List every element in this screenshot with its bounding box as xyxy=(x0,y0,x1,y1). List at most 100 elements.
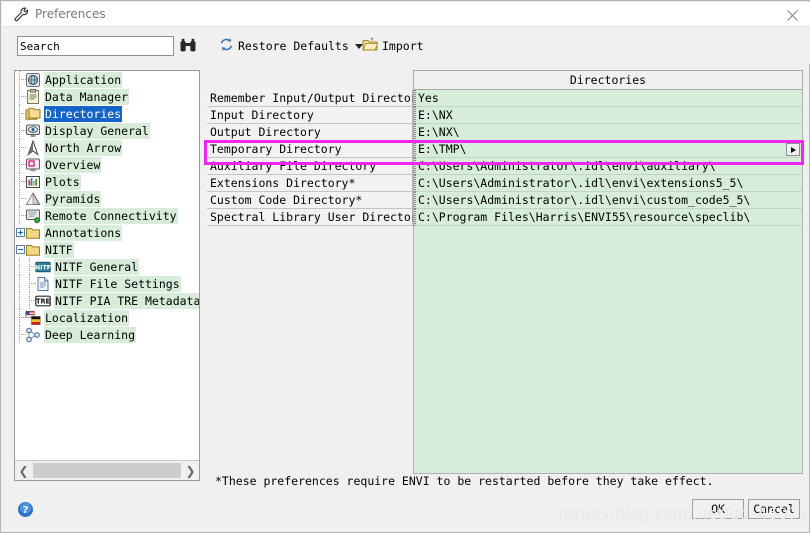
refresh-icon xyxy=(219,37,234,55)
sidebar-item-label: Plots xyxy=(44,173,81,190)
help-icon[interactable]: ? xyxy=(17,501,34,518)
sidebar-item-remote-connectivity[interactable]: Remote Connectivity xyxy=(15,207,199,224)
setting-name-cell[interactable]: Extensions Directory* xyxy=(207,175,413,192)
import-button[interactable]: Import xyxy=(359,35,427,57)
cell-grip xyxy=(414,175,416,192)
scroll-left-icon[interactable]: ❮ xyxy=(15,461,32,480)
tree-indent-guide xyxy=(15,156,26,173)
sidebar-item-annotations[interactable]: Annotations xyxy=(15,224,199,241)
tree-horizontal-scrollbar[interactable]: ❮ ❯ xyxy=(15,460,199,480)
restore-defaults-button[interactable]: Restore Defaults xyxy=(216,35,366,57)
setting-value-text: C:\Program Files\Harris\ENVI55\resource\… xyxy=(418,210,751,224)
sidebar-item-localization[interactable]: Localization xyxy=(15,309,199,326)
sidebar-item-plots[interactable]: Plots xyxy=(15,173,199,190)
svg-text:?: ? xyxy=(23,505,29,516)
search-input[interactable] xyxy=(17,36,174,56)
tree-indent-guide xyxy=(15,258,25,275)
sidebar-item-nitf[interactable]: NITF xyxy=(15,241,199,258)
monitor-eye-icon xyxy=(25,123,41,139)
sidebar-item-label: Display General xyxy=(44,122,150,139)
close-icon[interactable] xyxy=(781,5,803,25)
tree-indent-guide xyxy=(25,292,36,309)
plots-icon xyxy=(25,174,41,190)
flags-icon xyxy=(25,310,41,326)
sidebar-item-nitf-pia-tre-metadata[interactable]: TRE NITF PIA TRE Metadata xyxy=(15,292,199,309)
sidebar-item-nitf-file-settings[interactable]: NITF File Settings xyxy=(15,275,199,292)
browse-directory-button[interactable] xyxy=(786,143,800,156)
sidebar-item-label: Annotations xyxy=(44,224,123,241)
sidebar-item-label: NITF xyxy=(44,241,74,258)
sidebar-item-overview[interactable]: Overview xyxy=(15,156,199,173)
sidebar-item-label: Remote Connectivity xyxy=(44,207,178,224)
setting-value-cell[interactable]: C:\Program Files\Harris\ENVI55\resource\… xyxy=(414,209,802,226)
setting-value-cell[interactable]: E:\TMP\ xyxy=(414,141,802,158)
sidebar-item-label: NITF PIA TRE Metadata xyxy=(54,292,199,309)
sidebar-item-label: NITF File Settings xyxy=(54,275,181,292)
setting-name-cell[interactable]: Custom Code Directory* xyxy=(207,192,413,209)
tree-expander-toggle[interactable] xyxy=(16,228,25,237)
setting-name-cell[interactable]: Temporary Directory xyxy=(207,141,413,158)
sidebar-item-label: Directories xyxy=(44,105,123,122)
setting-name-cell[interactable]: Spectral Library User Directory xyxy=(207,209,425,226)
setting-value-cell[interactable]: C:\Users\Administrator\.idl\envi\extensi… xyxy=(414,175,802,192)
tree-indent-guide xyxy=(15,105,26,122)
ok-button[interactable]: OK xyxy=(692,499,744,519)
settings-value-column: Yes E:\NX E:\NX\ E:\TMP\ C:\Users\Administra… xyxy=(413,90,803,474)
cancel-button[interactable]: Cancel xyxy=(748,499,800,519)
cell-grip xyxy=(414,124,416,141)
north-arrow-icon xyxy=(25,139,41,156)
setting-value-cell[interactable]: C:\Users\Administrator\.idl\envi\custom_… xyxy=(414,192,802,209)
network-icon xyxy=(25,327,41,343)
sidebar-item-label: Deep Learning xyxy=(44,326,137,343)
tree-expander-toggle[interactable] xyxy=(16,245,25,254)
tree-indent-guide xyxy=(15,275,25,292)
preferences-tree-panel: Application Data Manager Directories Displa… xyxy=(14,70,200,481)
sidebar-item-nitf-general[interactable]: NITF NITF General xyxy=(15,258,199,275)
svg-text:TRE: TRE xyxy=(36,297,51,305)
sidebar-item-deep-learning[interactable]: Deep Learning xyxy=(15,326,199,343)
setting-name-cell[interactable]: Output Directory xyxy=(207,124,413,141)
sidebar-item-application[interactable]: Application xyxy=(15,71,199,88)
tree-list: Application Data Manager Directories Displa… xyxy=(15,71,199,343)
sidebar-item-north-arrow[interactable]: North Arrow xyxy=(15,139,199,156)
open-folder-icon xyxy=(362,37,379,55)
setting-name-cell[interactable]: Input Directory xyxy=(207,107,413,124)
settings-name-column: Remember Input/Output Directories Input D… xyxy=(207,90,438,226)
sidebar-item-data-manager[interactable]: Data Manager xyxy=(15,88,199,105)
tree-indent-guide xyxy=(15,207,26,224)
tree-indent-guide xyxy=(15,292,25,309)
setting-value-text: Yes xyxy=(418,91,439,105)
setting-value-cell[interactable]: E:\NX\ xyxy=(414,124,802,141)
pyramid-icon xyxy=(25,191,41,207)
setting-value-cell[interactable]: E:\NX xyxy=(414,107,802,124)
svg-text:NITF: NITF xyxy=(35,264,51,271)
folder-icon xyxy=(25,225,41,241)
tree-indent-guide xyxy=(15,71,26,88)
sidebar-item-label: Pyramids xyxy=(44,190,102,207)
tree-indent-guide xyxy=(15,190,26,207)
sidebar-item-pyramids[interactable]: Pyramids xyxy=(15,190,199,207)
setting-name-cell[interactable]: Auxiliary File Directory xyxy=(207,158,413,175)
binoculars-icon[interactable] xyxy=(178,36,198,56)
setting-value-cell[interactable]: Yes xyxy=(414,90,802,107)
folders-icon xyxy=(25,106,41,122)
remote-icon xyxy=(25,208,41,224)
sidebar-item-label: NITF General xyxy=(54,258,140,275)
tree-indent-guide xyxy=(15,224,25,241)
restore-defaults-label: Restore Defaults xyxy=(238,39,349,53)
settings-table: Directories Remember Input/Output Direct… xyxy=(207,70,804,474)
toolbar: Restore Defaults Import xyxy=(2,27,810,64)
scroll-right-icon[interactable]: ❯ xyxy=(182,461,199,480)
tree-indent-guide xyxy=(15,326,26,343)
sidebar-item-directories[interactable]: Directories xyxy=(15,105,199,122)
setting-name-cell[interactable]: Remember Input/Output Directories xyxy=(207,90,438,107)
scrollbar-thumb[interactable] xyxy=(33,463,181,478)
cell-grip xyxy=(414,107,416,124)
sidebar-item-label: Data Manager xyxy=(44,88,130,105)
folder-icon xyxy=(25,242,41,258)
import-label: Import xyxy=(382,39,424,53)
setting-value-cell[interactable]: C:\Users\Administrator\.idl\envi\auxilia… xyxy=(414,158,802,175)
cell-grip xyxy=(414,141,416,158)
sidebar-item-display-general[interactable]: Display General xyxy=(15,122,199,139)
sidebar-item-label: North Arrow xyxy=(44,139,123,156)
